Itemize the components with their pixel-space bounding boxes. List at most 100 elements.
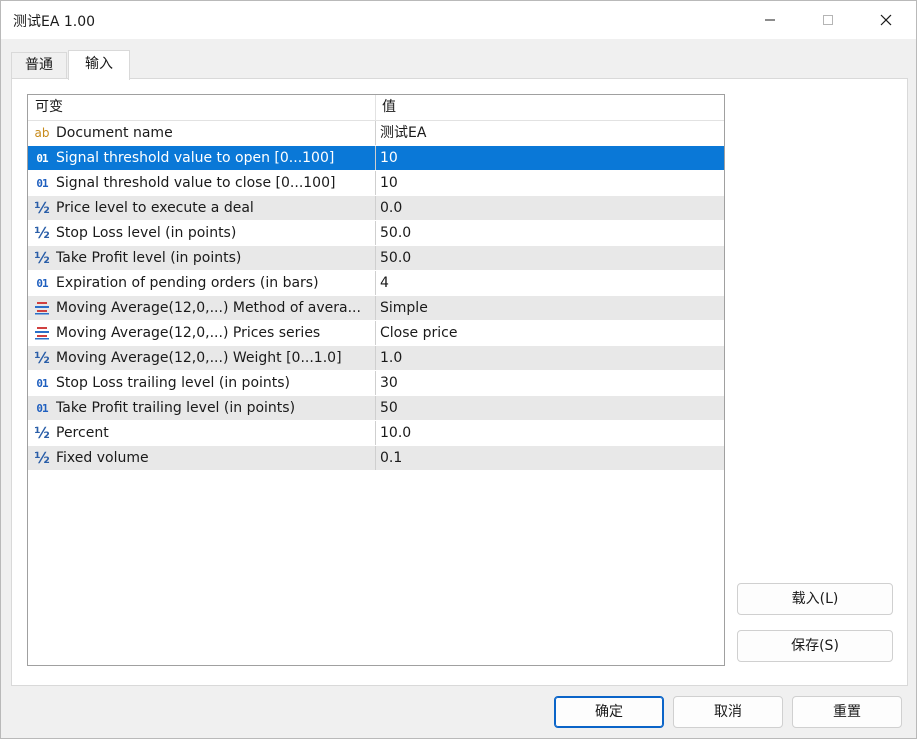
cell-divider xyxy=(375,146,376,170)
parameter-row[interactable]: 01 Take Profit trailing level (in points)… xyxy=(28,396,724,421)
integer-type-icon: 01 xyxy=(33,274,51,292)
dialog-body: 普通 输入 可变 值 ab Document name 测试EA 01 Signal t… xyxy=(1,39,916,738)
cell-divider xyxy=(375,371,376,395)
parameter-name: Stop Loss level (in points) xyxy=(56,225,237,241)
parameter-name: Moving Average(12,0,...) Weight [0...1.0… xyxy=(56,350,342,366)
window-title: 测试EA 1.00 xyxy=(13,14,96,30)
type-glyph: ½ xyxy=(34,199,50,217)
ok-button[interactable]: 确定 xyxy=(554,696,664,728)
parameter-name: Price level to execute a deal xyxy=(56,200,254,216)
parameter-name: Stop Loss trailing level (in points) xyxy=(56,375,291,391)
parameter-row[interactable]: ½ Stop Loss level (in points) 50.0 xyxy=(28,221,724,246)
parameter-row[interactable]: 01 Signal threshold value to open [0...10… xyxy=(28,146,724,171)
parameter-name: Moving Average(12,0,...) Method of avera… xyxy=(56,300,361,316)
parameter-value[interactable]: 0.1 xyxy=(380,446,720,470)
type-glyph: 01 xyxy=(36,376,48,390)
integer-type-icon: 01 xyxy=(33,149,51,167)
dialog-window: 测试EA 1.00 普通 输入 可变 值 ab Document name 测试EA… xyxy=(0,0,917,739)
tab-general[interactable]: 普通 xyxy=(11,52,67,78)
parameter-value[interactable]: 10 xyxy=(380,171,720,195)
double-type-icon: ½ xyxy=(33,349,51,367)
type-glyph: 01 xyxy=(36,151,48,165)
parameter-row[interactable]: 01 Signal threshold value to close [0...1… xyxy=(28,171,724,196)
parameter-row[interactable]: ½ Take Profit level (in points) 50.0 xyxy=(28,246,724,271)
parameter-name: Take Profit level (in points) xyxy=(56,250,242,266)
load-button[interactable]: 载入(L) xyxy=(737,583,893,615)
parameter-row[interactable]: ½ Moving Average(12,0,...) Weight [0...1.… xyxy=(28,346,724,371)
enum-type-icon xyxy=(33,324,51,342)
parameter-value[interactable]: 测试EA xyxy=(380,121,720,145)
cell-divider xyxy=(375,446,376,470)
grid-header: 可变 值 xyxy=(28,95,724,121)
parameter-name: Fixed volume xyxy=(56,450,149,466)
grid-rows: ab Document name 测试EA 01 Signal threshold va… xyxy=(28,121,724,471)
parameter-value[interactable]: Close price xyxy=(380,321,720,345)
cell-divider xyxy=(375,396,376,420)
parameter-value[interactable]: 10.0 xyxy=(380,421,720,445)
parameter-value[interactable]: 50.0 xyxy=(380,221,720,245)
type-glyph: ab xyxy=(34,126,50,140)
column-header-variable[interactable]: 可变 xyxy=(35,95,63,120)
cell-divider xyxy=(375,296,376,320)
inputs-panel: 可变 值 ab Document name 测试EA 01 Signal thresho… xyxy=(11,78,908,686)
minimize-icon xyxy=(765,19,775,21)
tab-strip: 普通 输入 xyxy=(11,50,906,80)
parameter-name: Percent xyxy=(56,425,109,441)
cell-divider xyxy=(375,121,376,145)
string-type-icon: ab xyxy=(33,124,51,142)
minimize-button[interactable] xyxy=(741,1,799,39)
parameter-value[interactable]: 50.0 xyxy=(380,246,720,270)
cell-divider xyxy=(375,321,376,345)
parameter-row[interactable]: ½ Fixed volume 0.1 xyxy=(28,446,724,471)
type-glyph: ½ xyxy=(34,349,50,367)
parameters-grid[interactable]: 可变 值 ab Document name 测试EA 01 Signal thresho… xyxy=(27,94,725,666)
reset-button[interactable]: 重置 xyxy=(792,696,902,728)
integer-type-icon: 01 xyxy=(33,174,51,192)
column-header-value[interactable]: 值 xyxy=(382,95,396,120)
cell-divider xyxy=(375,246,376,270)
cell-divider xyxy=(375,421,376,445)
parameter-value[interactable]: 50 xyxy=(380,396,720,420)
parameter-value[interactable]: 1.0 xyxy=(380,346,720,370)
parameter-row[interactable]: 01 Expiration of pending orders (in bars)… xyxy=(28,271,724,296)
parameter-name: Take Profit trailing level (in points) xyxy=(56,400,296,416)
parameter-name: Moving Average(12,0,...) Prices series xyxy=(56,325,321,341)
parameter-row[interactable]: ½ Price level to execute a deal 0.0 xyxy=(28,196,724,221)
double-type-icon: ½ xyxy=(33,249,51,267)
maximize-button xyxy=(799,1,857,39)
parameter-value[interactable]: Simple xyxy=(380,296,720,320)
parameter-value[interactable]: 30 xyxy=(380,371,720,395)
type-glyph: ½ xyxy=(34,424,50,442)
cell-divider xyxy=(375,171,376,195)
enum-type-icon xyxy=(33,299,51,317)
type-glyph: ½ xyxy=(34,224,50,242)
parameter-row[interactable]: Moving Average(12,0,...) Method of avera… xyxy=(28,296,724,321)
column-divider[interactable] xyxy=(375,95,376,120)
parameter-name: Signal threshold value to open [0...100] xyxy=(56,150,335,166)
type-glyph: 01 xyxy=(36,276,48,290)
parameter-name: Document name xyxy=(56,125,173,141)
cell-divider xyxy=(375,346,376,370)
parameter-value[interactable]: 0.0 xyxy=(380,196,720,220)
maximize-icon xyxy=(823,15,833,25)
type-glyph: 01 xyxy=(36,176,48,190)
title-bar[interactable]: 测试EA 1.00 xyxy=(1,1,916,39)
type-glyph: ½ xyxy=(34,249,50,267)
save-button[interactable]: 保存(S) xyxy=(737,630,893,662)
close-icon xyxy=(880,14,892,26)
parameter-value[interactable]: 10 xyxy=(380,146,720,170)
double-type-icon: ½ xyxy=(33,199,51,217)
parameter-row[interactable]: 01 Stop Loss trailing level (in points) 30 xyxy=(28,371,724,396)
parameter-value[interactable]: 4 xyxy=(380,271,720,295)
cell-divider xyxy=(375,271,376,295)
parameter-row[interactable]: ab Document name 测试EA xyxy=(28,121,724,146)
cancel-button[interactable]: 取消 xyxy=(673,696,783,728)
parameter-name: Expiration of pending orders (in bars) xyxy=(56,275,319,291)
double-type-icon: ½ xyxy=(33,424,51,442)
parameter-row[interactable]: ½ Percent 10.0 xyxy=(28,421,724,446)
cell-divider xyxy=(375,221,376,245)
close-button[interactable] xyxy=(857,1,915,39)
tab-inputs[interactable]: 输入 xyxy=(68,50,130,80)
parameter-row[interactable]: Moving Average(12,0,...) Prices series Cl… xyxy=(28,321,724,346)
integer-type-icon: 01 xyxy=(33,399,51,417)
